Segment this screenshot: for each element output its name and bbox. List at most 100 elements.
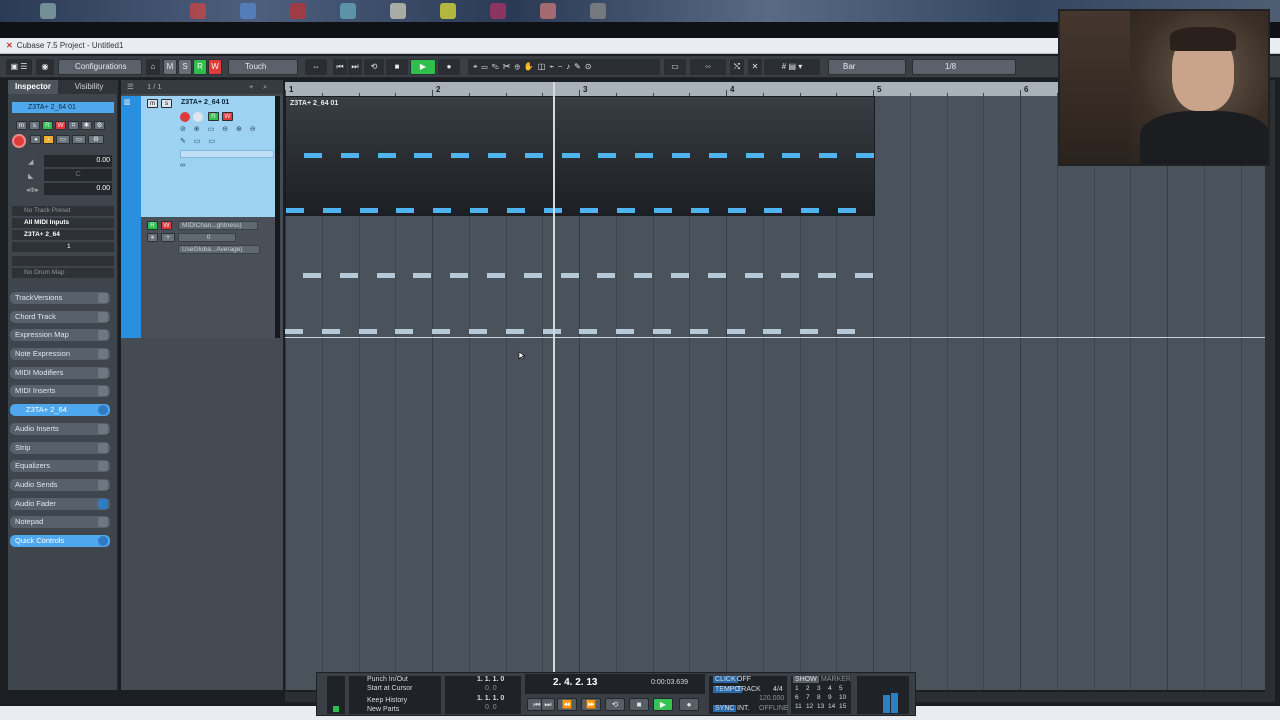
midi-note[interactable]	[781, 273, 800, 278]
instrument-edit-icon[interactable]	[98, 405, 108, 415]
track-list-menu-icon[interactable]: ☰	[127, 80, 134, 94]
midi-note[interactable]	[689, 329, 708, 334]
marker-button[interactable]: 14	[828, 703, 835, 710]
midi-note[interactable]	[744, 273, 763, 278]
bars-beats-position[interactable]: 2. 4. 2. 13	[553, 677, 597, 688]
section-midi-modifiers[interactable]: MIDI Modifiers	[10, 367, 110, 379]
volume-field[interactable]: 0.00	[44, 155, 112, 167]
marker-button[interactable]: 9	[828, 694, 832, 701]
write-all-button[interactable]: W	[208, 59, 222, 75]
marker-button[interactable]: 5	[839, 685, 843, 692]
midi-note[interactable]	[764, 208, 783, 213]
marker-button[interactable]: 8	[817, 694, 821, 701]
midi-note[interactable]	[358, 329, 377, 334]
lane-add-button[interactable]: +	[161, 233, 175, 242]
mute-button[interactable]: m	[16, 121, 27, 130]
lane-mute-button[interactable]: ⏸	[147, 233, 158, 242]
midi-note[interactable]	[414, 153, 433, 158]
marker-button[interactable]: 11	[795, 703, 802, 710]
time-signature[interactable]: 4/4	[773, 686, 783, 693]
midi-note[interactable]	[339, 273, 358, 278]
midi-note[interactable]	[856, 153, 874, 158]
solo-all-button[interactable]: S	[178, 59, 192, 75]
play-icon[interactable]: ▶	[653, 698, 673, 711]
midi-note[interactable]	[561, 153, 580, 158]
midi-note[interactable]	[322, 208, 341, 213]
tab-visibility[interactable]: Visibility	[60, 80, 118, 94]
midi-note[interactable]	[838, 208, 856, 213]
midi-note[interactable]	[524, 153, 543, 158]
midi-note[interactable]	[413, 273, 432, 278]
section-notepad[interactable]: Notepad	[10, 516, 110, 528]
lane-value-field[interactable]: 0	[178, 233, 236, 242]
desktop-icon[interactable]	[190, 3, 206, 19]
midi-note[interactable]	[377, 153, 396, 158]
search-icon[interactable]: ⌕	[263, 80, 267, 94]
tool-buttons[interactable]: ⌖▭✎✂⊕✋◫⌁⎯♪✎⊙	[468, 59, 660, 75]
track-read-button[interactable]: R	[208, 112, 219, 121]
midi-note[interactable]	[451, 153, 470, 158]
marker-button[interactable]: 12	[806, 703, 813, 710]
desktop-icon[interactable]	[390, 3, 406, 19]
rewind-icon[interactable]: ⏪	[557, 698, 577, 711]
write-button[interactable]: W	[55, 121, 66, 130]
track-preset-field[interactable]: No Track Preset	[12, 206, 114, 216]
section-equalizers[interactable]: Equalizers	[10, 460, 110, 472]
section-audio-sends[interactable]: Audio Sends	[10, 479, 110, 491]
tempo-value[interactable]: 120.000	[759, 695, 784, 702]
project-cursor[interactable]	[553, 82, 555, 690]
track-edit-controls[interactable]: ✎ ▭ ▭	[180, 137, 230, 147]
midi-note[interactable]	[340, 153, 359, 158]
sync-value[interactable]: INT.	[737, 705, 749, 712]
window-layout-button[interactable]: ▣ ☰	[6, 59, 32, 75]
midi-note[interactable]	[285, 329, 303, 334]
channel-button[interactable]: ▭	[72, 135, 86, 144]
right-locator[interactable]: 1. 1. 1. 0	[477, 695, 504, 702]
midi-note[interactable]	[395, 329, 414, 334]
midi-note[interactable]	[560, 273, 579, 278]
marker-button[interactable]: 13	[817, 703, 824, 710]
midi-note[interactable]	[726, 329, 745, 334]
time-position[interactable]: 0:00:03.639	[651, 679, 688, 686]
midi-note[interactable]	[470, 208, 488, 213]
marker-button[interactable]: 6	[795, 694, 799, 701]
tab-inspector[interactable]: Inspector	[8, 80, 58, 94]
record-enable-icon[interactable]	[12, 134, 26, 148]
midi-note[interactable]	[359, 208, 378, 213]
desktop-icon[interactable]	[240, 3, 256, 19]
midi-note[interactable]	[672, 153, 690, 158]
new-parts-label[interactable]: New Parts	[367, 706, 399, 713]
marker-button[interactable]: 15	[839, 703, 846, 710]
delay-field[interactable]: 0.00	[44, 183, 112, 195]
cycle-icon[interactable]: ⟲	[605, 698, 625, 711]
midi-note[interactable]	[488, 153, 506, 158]
marker-button[interactable]: 7	[806, 694, 810, 701]
stop-icon[interactable]: ■	[629, 698, 649, 711]
mute-all-button[interactable]: M	[163, 59, 177, 75]
desktop-icon[interactable]	[290, 3, 306, 19]
midi-note[interactable]	[654, 208, 672, 213]
settings-icon[interactable]: ◉	[36, 59, 54, 75]
lane-read-button[interactable]: R	[147, 221, 158, 230]
midi-note[interactable]	[855, 273, 873, 278]
section-instrument-track[interactable]: Z3TA+ 2_64	[10, 404, 110, 416]
midi-note[interactable]	[579, 329, 598, 334]
midi-note[interactable]	[321, 329, 340, 334]
marker-button[interactable]: 1	[795, 685, 799, 692]
midi-note[interactable]	[616, 329, 635, 334]
play-icon[interactable]: ▶	[410, 59, 436, 75]
midi-note[interactable]	[635, 153, 654, 158]
punch-label[interactable]: Punch In/Out	[367, 676, 408, 683]
track-record-icon[interactable]	[180, 112, 190, 122]
edit-in-place-button[interactable]: ⌗	[68, 121, 79, 130]
configurations-dropdown[interactable]: Configurations	[58, 59, 142, 75]
midi-note[interactable]	[542, 329, 561, 334]
track-link-icon[interactable]: ∞	[180, 162, 190, 170]
click-label[interactable]: CLICK	[713, 676, 738, 683]
freeze-button[interactable]: ✱	[81, 121, 92, 130]
drum-map-field[interactable]: No Drum Map	[12, 268, 114, 278]
snap-mode-icon[interactable]: # ▤ ▾	[764, 59, 820, 75]
midi-note[interactable]	[690, 208, 709, 213]
midi-note[interactable]	[432, 329, 451, 334]
monitor-button[interactable]: ◂	[30, 135, 41, 144]
